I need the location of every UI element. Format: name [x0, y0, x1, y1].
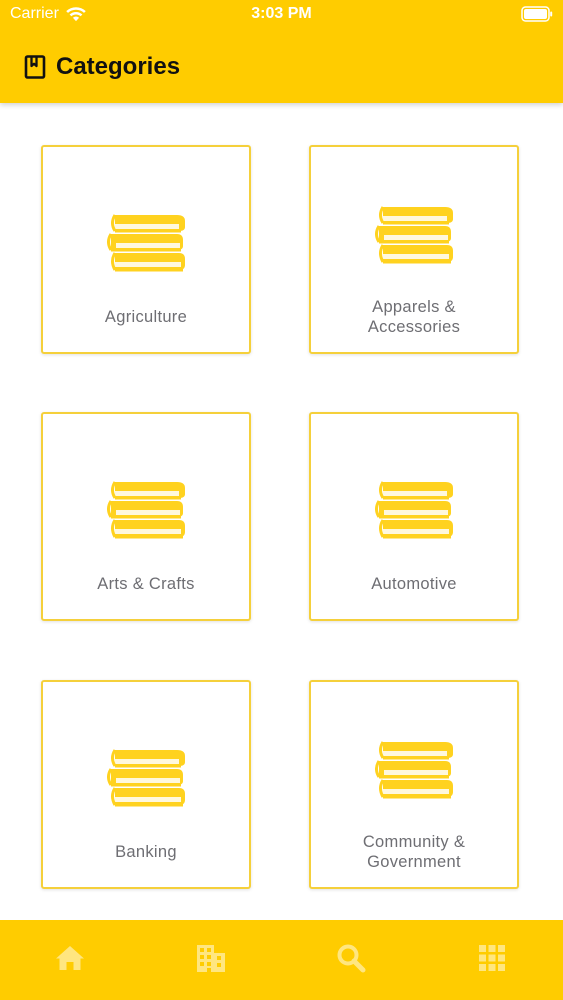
category-label: Arts & Crafts — [97, 575, 195, 593]
status-time: 3:03 PM — [251, 5, 312, 22]
bookmark-book-icon — [24, 55, 46, 79]
bottom-tab-bar — [0, 920, 563, 1000]
search-icon — [337, 944, 366, 973]
category-label: Automotive — [371, 575, 457, 593]
tab-business[interactable] — [191, 938, 231, 978]
category-card-arts-crafts[interactable]: Arts & Crafts — [41, 412, 251, 621]
books-icon — [107, 477, 187, 541]
category-label: Agriculture — [104, 308, 188, 326]
category-card-automotive[interactable]: Automotive — [309, 412, 519, 621]
books-icon — [107, 210, 187, 274]
category-card-banking[interactable]: Banking — [41, 680, 251, 889]
books-icon — [375, 477, 455, 541]
category-card-apparels-accessories[interactable]: Apparels & Accessories — [309, 145, 519, 354]
category-card-community-government[interactable]: Community & Government — [309, 680, 519, 889]
grid-icon — [479, 945, 505, 971]
books-icon — [375, 202, 455, 266]
category-grid: Agriculture Apparels & Accessories Arts … — [0, 103, 563, 920]
category-label: Apparels & Accessories — [367, 298, 461, 336]
tab-search[interactable] — [331, 938, 371, 978]
category-card-agriculture[interactable]: Agriculture — [41, 145, 251, 354]
books-icon — [375, 737, 455, 801]
category-label: Banking — [115, 843, 177, 861]
status-bar: Carrier 3:03 PM — [0, 0, 563, 30]
header-title-row: Categories — [24, 52, 180, 82]
battery-icon — [521, 6, 553, 22]
page-title: Categories — [56, 53, 181, 80]
building-icon — [197, 945, 225, 972]
app-header: Carrier 3:03 PM Categories — [0, 0, 563, 103]
category-label: Community & Government — [362, 833, 466, 871]
tab-home[interactable] — [50, 938, 90, 978]
books-icon — [107, 745, 187, 809]
home-icon — [56, 946, 84, 970]
tab-categories[interactable] — [472, 938, 512, 978]
